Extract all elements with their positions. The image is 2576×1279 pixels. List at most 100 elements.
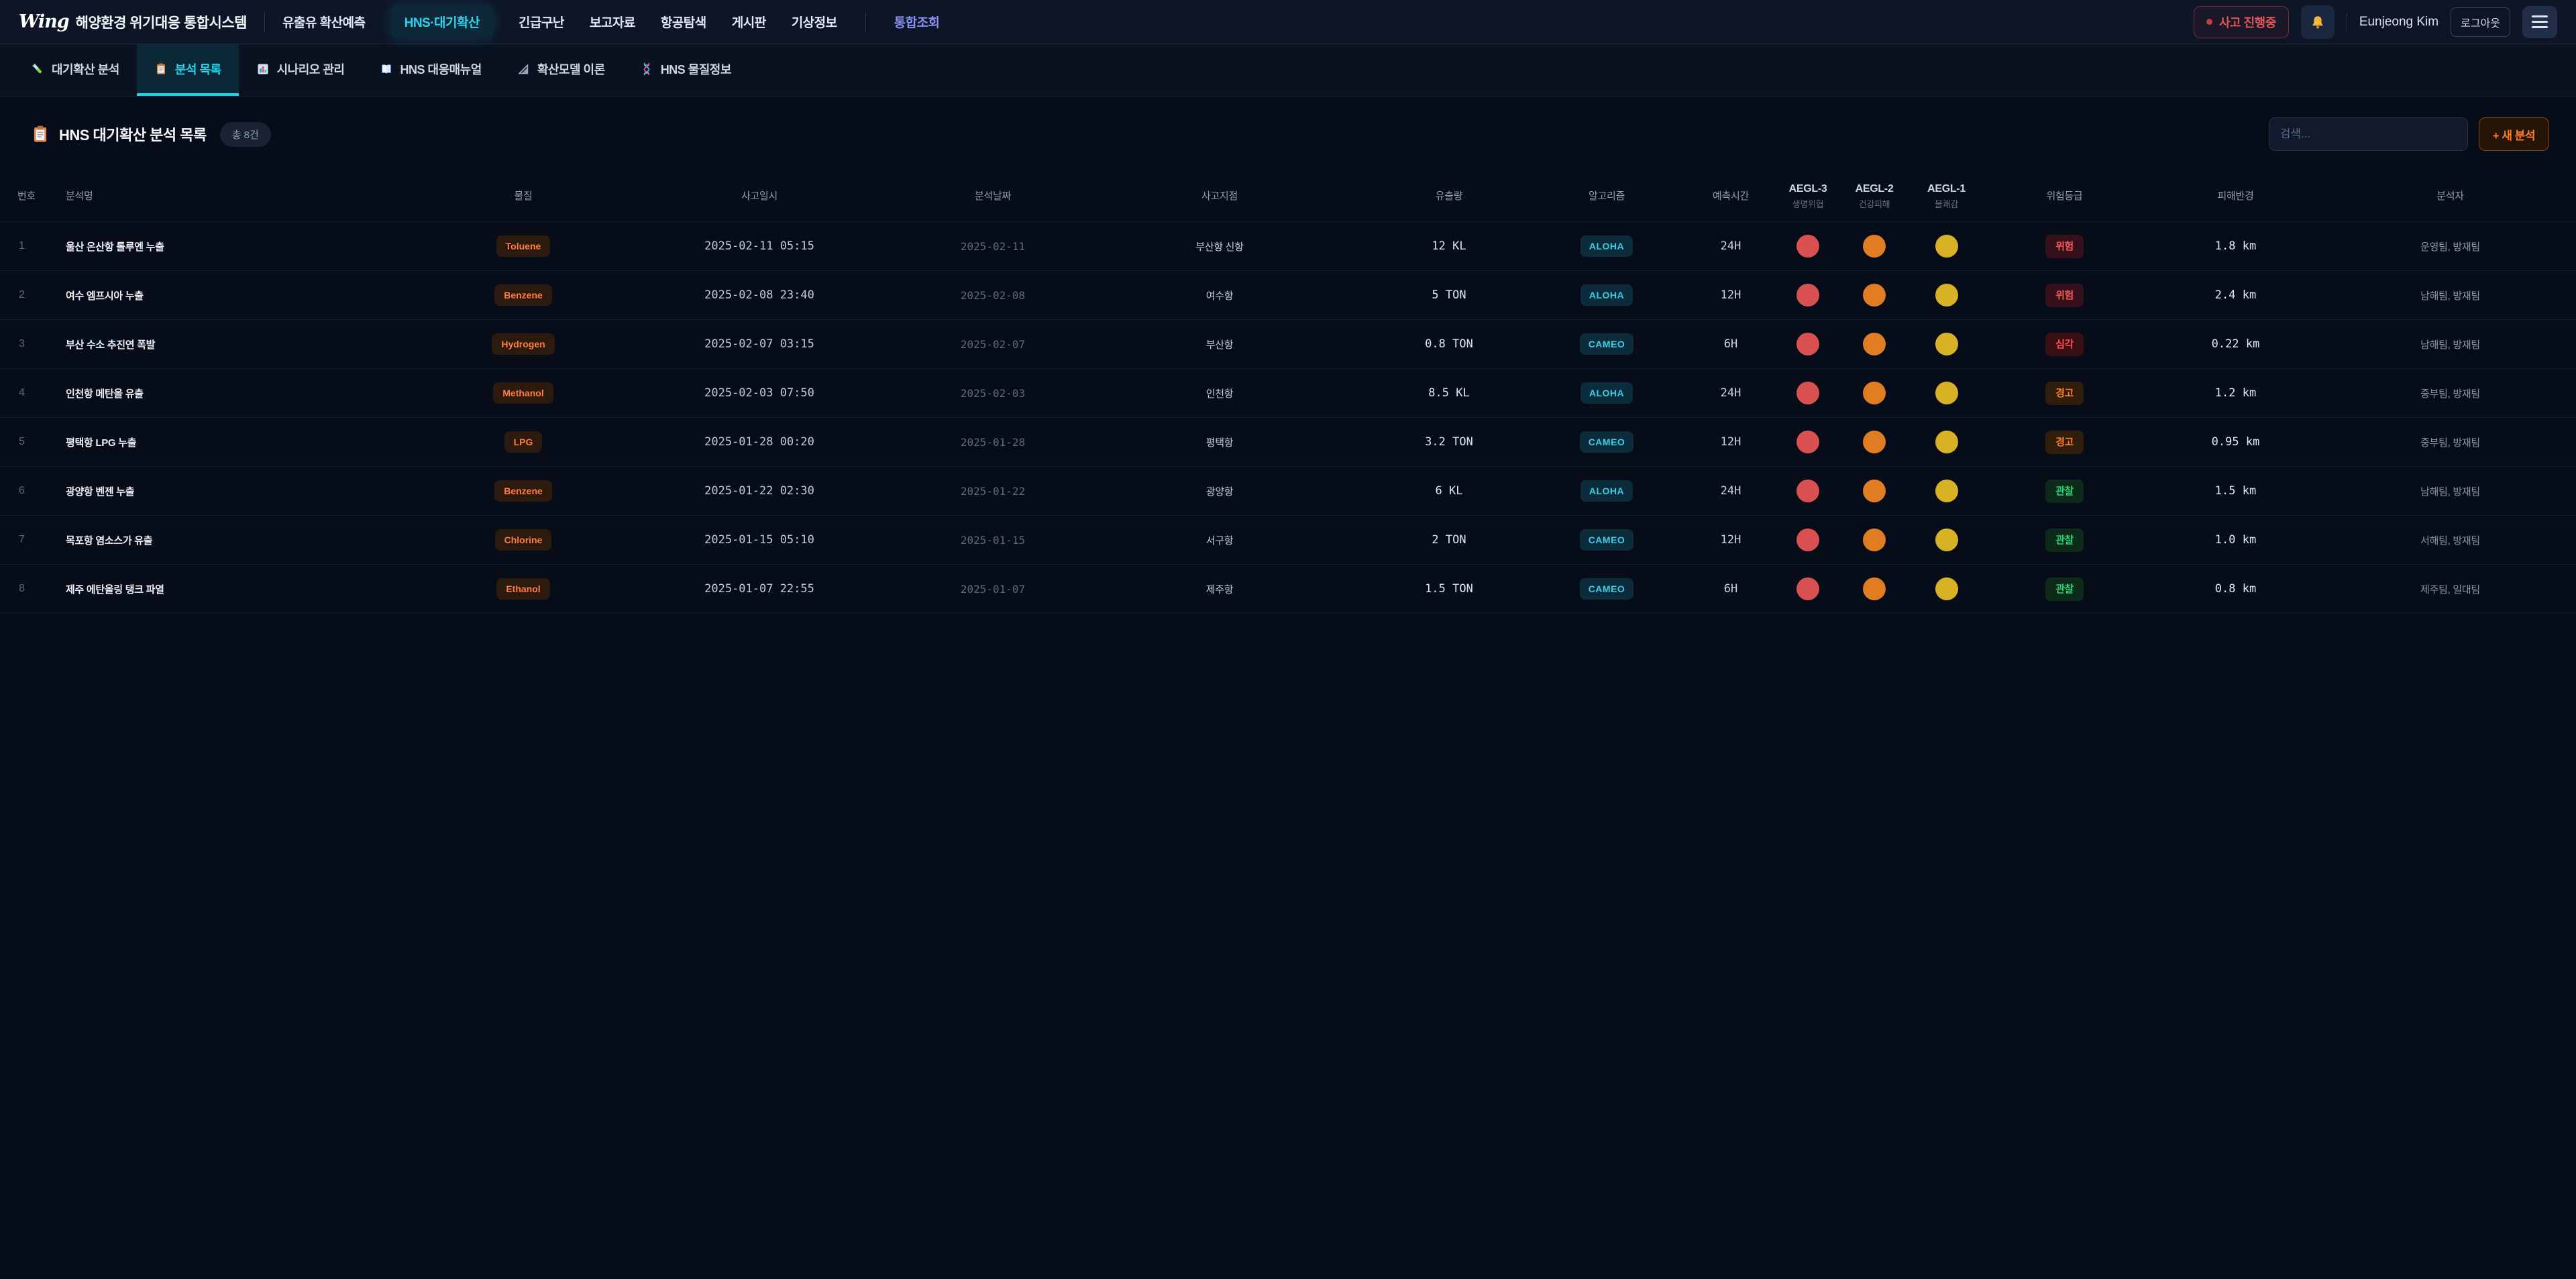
algorithm-badge: CAMEO — [1580, 333, 1634, 355]
column-header-radius: 피해반경 — [2147, 190, 2324, 203]
incident-datetime: 2025-02-11 05:15 — [604, 239, 915, 253]
table-row[interactable]: 6광양항 벤젠 누출Benzene2025-01-22 02:302025-01… — [0, 467, 2576, 516]
substance-cell: Methanol — [443, 382, 604, 404]
tab-hns-substance-info[interactable]: HNS 물질정보 — [623, 44, 749, 96]
substance-cell: Toluene — [443, 235, 604, 257]
substance-cell: Benzene — [443, 480, 604, 502]
table-header: 번호 분석명 물질 사고일시 분석날짜 사고지점 유출량 알고리즘 예측시간 A… — [0, 172, 2576, 222]
algorithm-cell: CAMEO — [1529, 529, 1684, 551]
column-header-forecast: 예측시간 — [1684, 190, 1778, 203]
aegl-1-indicator-cell — [1911, 529, 1982, 551]
aegl-1-indicator — [1935, 529, 1958, 551]
table-row[interactable]: 2여수 엠프시아 누출Benzene2025-02-08 23:402025-0… — [0, 271, 2576, 320]
spill-amount: 1.5 TON — [1368, 582, 1529, 596]
topbar: Wing 해양환경 위기대응 통합시스템 유출유 확산예측HNS·대기확산긴급구… — [0, 0, 2576, 44]
tab-label: 시나리오 관리 — [277, 60, 345, 78]
table-row[interactable]: 7목포항 염소스가 유출Chlorine2025-01-15 05:102025… — [0, 516, 2576, 565]
logo-mark: Wing — [19, 11, 69, 32]
table-row[interactable]: 1울산 온산항 톨루엔 누출Toluene2025-02-11 05:15202… — [0, 222, 2576, 271]
tab-label: HNS 물질정보 — [661, 60, 731, 78]
tab-scenario-management[interactable]: 시나리오 관리 — [239, 44, 362, 96]
topbar-divider — [264, 12, 265, 32]
analysis-name: 인천항 메탄올 유출 — [47, 386, 443, 400]
spill-amount: 2 TON — [1368, 533, 1529, 547]
tab-hns-response-manual[interactable]: HNS 대응매뉴얼 — [362, 44, 499, 96]
dna-icon — [640, 62, 653, 76]
test-tube-icon — [31, 62, 44, 76]
tab-dispersion-model-theory[interactable]: 확산모델 이론 — [499, 44, 623, 96]
menu-item-reports[interactable]: 보고자료 — [590, 13, 635, 31]
row-number: 2 — [0, 289, 47, 301]
analysis-name: 울산 온산항 톨루엔 누출 — [47, 239, 443, 254]
clipboard-icon — [154, 62, 168, 76]
tab-dispersion-analysis[interactable]: 대기확산 분석 — [13, 44, 137, 96]
risk-cell: 위험 — [1982, 284, 2147, 307]
table-row[interactable]: 5평택항 LPG 누출LPG2025-01-28 00:202025-01-28… — [0, 418, 2576, 467]
risk-level-badge: 경고 — [2045, 382, 2084, 405]
menu-item-board[interactable]: 게시판 — [732, 13, 766, 31]
aegl-2-indicator — [1863, 577, 1886, 600]
aegl-1-indicator — [1935, 382, 1958, 404]
aegl-2-indicator-cell — [1838, 382, 1911, 404]
aegl-1-indicator — [1935, 480, 1958, 502]
analysis-date: 2025-01-15 — [915, 534, 1071, 547]
tab-label: HNS 대응매뉴얼 — [400, 60, 482, 78]
aegl-3-indicator — [1796, 431, 1819, 453]
algorithm-cell: CAMEO — [1529, 578, 1684, 600]
incident-datetime: 2025-01-28 00:20 — [604, 435, 915, 449]
forecast-duration: 24H — [1684, 484, 1778, 498]
damage-radius: 0.95 km — [2147, 435, 2324, 449]
aegl-3-indicator-cell — [1778, 431, 1838, 453]
aegl-2-indicator-cell — [1838, 529, 1911, 551]
hamburger-menu-button[interactable] — [2522, 6, 2557, 38]
analyst-teams: 제주팀, 일대팀 — [2324, 582, 2576, 596]
new-analysis-button[interactable]: + 새 분석 — [2479, 117, 2549, 151]
algorithm-badge: ALOHA — [1580, 480, 1633, 502]
table-row[interactable]: 4인천항 메탄올 유출Methanol2025-02-03 07:502025-… — [0, 369, 2576, 418]
aegl-2-indicator — [1863, 235, 1886, 258]
incident-location: 광양항 — [1071, 484, 1368, 498]
forecast-duration: 24H — [1684, 386, 1778, 400]
search-input[interactable] — [2269, 117, 2468, 151]
page-head: HNS 대기확산 분석 목록 총 8건 + 새 분석 — [0, 97, 2576, 172]
forecast-duration: 12H — [1684, 435, 1778, 449]
column-header-algorithm: 알고리즘 — [1529, 190, 1684, 203]
menu-item-hns-dispersion[interactable]: HNS·대기확산 — [391, 5, 493, 38]
aegl-3-indicator-cell — [1778, 529, 1838, 551]
incident-datetime: 2025-02-07 03:15 — [604, 337, 915, 351]
menu-item-weather-info[interactable]: 기상정보 — [792, 13, 837, 31]
menu-item-emergency-rescue[interactable]: 긴급구난 — [519, 13, 564, 31]
risk-level-badge: 심각 — [2045, 333, 2084, 356]
menu-item-aerial-search[interactable]: 항공탐색 — [661, 13, 706, 31]
table-row[interactable]: 3부산 수소 추진연 폭발Hydrogen2025-02-07 03:15202… — [0, 320, 2576, 369]
column-header-no: 번호 — [0, 190, 39, 203]
menu-item-spill-forecast[interactable]: 유출유 확산예측 — [282, 13, 366, 31]
aegl-1-indicator — [1935, 333, 1958, 355]
column-header-incident-datetime: 사고일시 — [604, 190, 915, 203]
notifications-button[interactable] — [2301, 5, 2334, 39]
analysis-date: 2025-02-07 — [915, 338, 1071, 351]
analyst-teams: 서해팀, 방재팀 — [2324, 533, 2576, 547]
aegl-3-indicator — [1796, 333, 1819, 355]
risk-cell: 심각 — [1982, 333, 2147, 356]
table-body: 1울산 온산항 톨루엔 누출Toluene2025-02-11 05:15202… — [0, 222, 2576, 614]
substance-badge: Ethanol — [496, 578, 549, 600]
analysis-name: 제주 에탄올링 탱크 파열 — [47, 582, 443, 596]
substance-badge: Hydrogen — [492, 333, 554, 355]
menu-item-integrated-search[interactable]: 통합조회 — [894, 13, 940, 31]
aegl-1-indicator — [1935, 235, 1958, 258]
algorithm-badge: ALOHA — [1580, 235, 1633, 257]
incident-status-badge: 사고 진행중 — [2194, 6, 2289, 38]
algorithm-cell: CAMEO — [1529, 333, 1684, 355]
substance-badge: Methanol — [493, 382, 553, 404]
incident-location: 평택항 — [1071, 435, 1368, 449]
incident-datetime: 2025-01-22 02:30 — [604, 484, 915, 498]
incident-datetime: 2025-02-08 23:40 — [604, 288, 915, 302]
aegl-1-indicator — [1935, 577, 1958, 600]
table-row[interactable]: 8제주 에탄올링 탱크 파열Ethanol2025-01-07 22:55202… — [0, 565, 2576, 614]
spill-amount: 8.5 KL — [1368, 386, 1529, 400]
tab-analysis-list[interactable]: 분석 목록 — [137, 44, 239, 96]
logout-button[interactable]: 로그아웃 — [2451, 7, 2510, 37]
analysis-date: 2025-01-28 — [915, 436, 1071, 449]
column-header-analyst: 분석자 — [2324, 190, 2576, 203]
